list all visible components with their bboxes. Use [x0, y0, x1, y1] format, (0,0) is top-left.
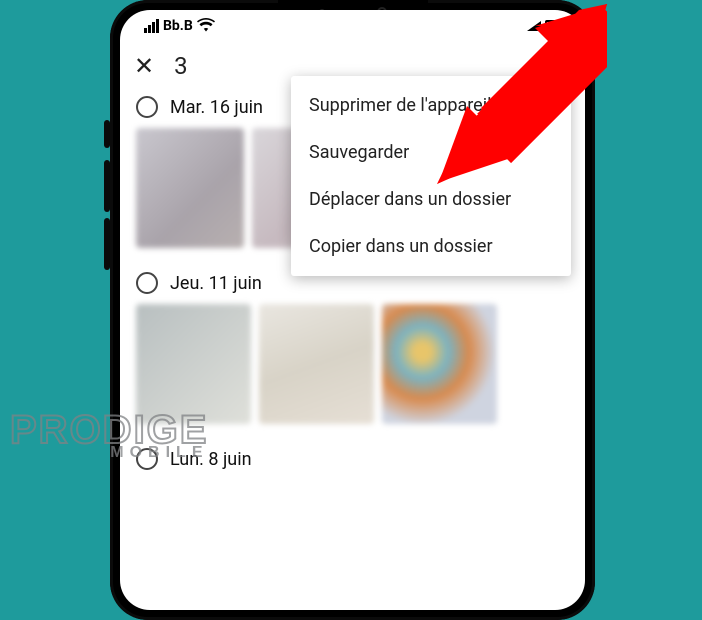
- photo-thumbnail[interactable]: [259, 304, 374, 424]
- menu-item-move[interactable]: Déplacer dans un dossier: [291, 176, 571, 223]
- screen: Bb.B ✕ 3 Mar. 16 juin: [120, 10, 585, 610]
- selection-count: 3: [174, 52, 188, 80]
- battery-icon: [545, 20, 569, 32]
- phone-frame: Bb.B ✕ 3 Mar. 16 juin: [110, 0, 595, 620]
- watermark-brand: PRODIGE: [10, 412, 208, 448]
- network-icon: [527, 21, 541, 31]
- close-icon[interactable]: ✕: [134, 52, 154, 80]
- date-label: Mar. 16 juin: [170, 97, 263, 118]
- select-group-radio[interactable]: [136, 96, 158, 118]
- volume-up-button: [104, 160, 110, 212]
- carrier-label: Bb.B: [163, 18, 193, 34]
- photo-thumbnail[interactable]: [136, 128, 244, 248]
- side-button: [104, 120, 110, 148]
- wifi-icon: [197, 18, 215, 35]
- watermark: PRODIGE MOBILE: [10, 412, 208, 460]
- date-label: Jeu. 11 juin: [170, 273, 262, 294]
- menu-item-delete[interactable]: Supprimer de l'appareil: [291, 82, 571, 129]
- menu-item-copy[interactable]: Copier dans un dossier: [291, 223, 571, 270]
- photo-thumbnail[interactable]: [382, 304, 497, 424]
- volume-down-button: [104, 218, 110, 270]
- select-group-radio[interactable]: [136, 272, 158, 294]
- status-bar: Bb.B: [120, 10, 585, 42]
- signal-icon: [144, 19, 159, 33]
- photo-thumbnail[interactable]: [136, 304, 251, 424]
- overflow-menu: Supprimer de l'appareil Sauvegarder Dépl…: [291, 76, 571, 276]
- menu-item-backup[interactable]: Sauvegarder: [291, 129, 571, 176]
